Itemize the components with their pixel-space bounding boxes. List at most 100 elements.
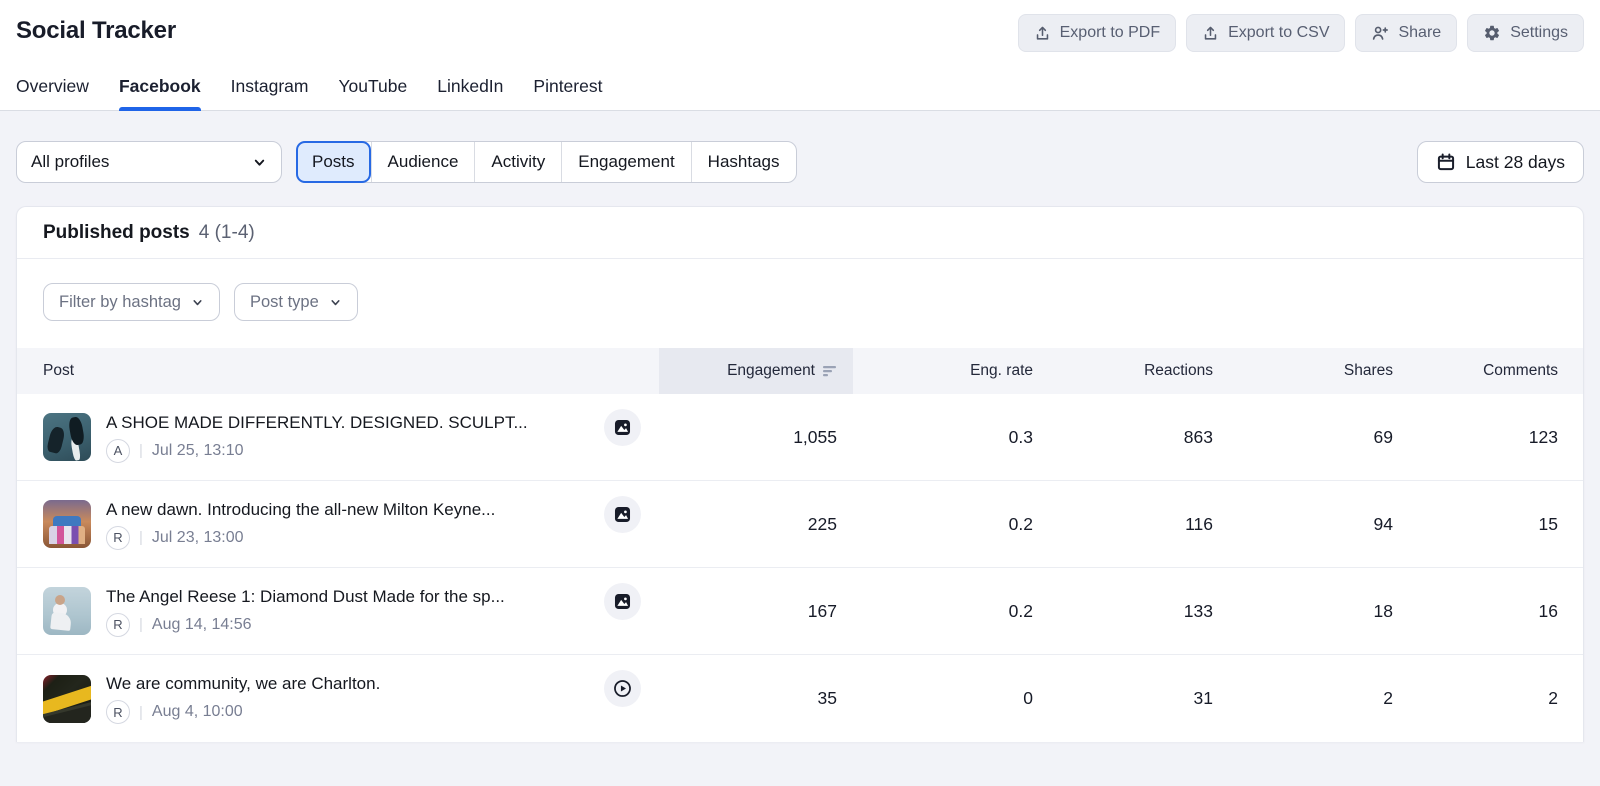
comments-value: 2: [1393, 688, 1583, 709]
share-label: Share: [1398, 23, 1441, 43]
column-header-comments[interactable]: Comments: [1393, 348, 1583, 394]
header-actions: Export to PDF Export to CSV Share Settin…: [1018, 14, 1584, 52]
profile-select[interactable]: All profiles: [16, 141, 282, 183]
tab-overview[interactable]: Overview: [16, 67, 89, 110]
post-cell: A SHOE MADE DIFFERENTLY. DESIGNED. SCULP…: [17, 412, 659, 463]
column-header-reactions[interactable]: Reactions: [1033, 348, 1213, 394]
column-header-eng-rate[interactable]: Eng. rate: [853, 348, 1033, 394]
export-pdf-button[interactable]: Export to PDF: [1018, 14, 1176, 52]
reactions-value: 31: [1033, 688, 1213, 709]
post-date: Aug 14, 14:56: [152, 616, 252, 634]
profile-select-value: All profiles: [31, 152, 109, 172]
share-user-icon: [1371, 24, 1389, 42]
settings-label: Settings: [1510, 23, 1568, 43]
post-cell: The Angel Reese 1: Diamond Dust Made for…: [17, 586, 659, 637]
date-range-label: Last 28 days: [1466, 152, 1565, 173]
post-date: Jul 25, 13:10: [152, 442, 244, 460]
eng-rate-value: 0.2: [853, 514, 1033, 535]
settings-button[interactable]: Settings: [1467, 14, 1584, 52]
post-title-link[interactable]: A SHOE MADE DIFFERENTLY. DESIGNED. SCULP…: [106, 412, 592, 434]
table-header: Post Engagement Eng. rate Reactions Shar…: [17, 348, 1583, 394]
table-row[interactable]: A new dawn. Introducing the all-new Milt…: [17, 481, 1583, 568]
chevron-down-icon: [329, 296, 342, 309]
social-tracker-app: Social Tracker Export to PDF Export to C…: [0, 0, 1600, 786]
post-thumbnail[interactable]: [43, 587, 91, 635]
chevron-down-icon: [252, 155, 267, 170]
reactions-value: 133: [1033, 601, 1213, 622]
view-segmented-control: Posts Audience Activity Engagement Hasht…: [296, 141, 797, 183]
table-filters: Filter by hashtag Post type: [17, 259, 1583, 348]
hashtag-filter-dropdown[interactable]: Filter by hashtag: [43, 283, 220, 321]
tab-facebook[interactable]: Facebook: [119, 67, 201, 110]
tab-youtube[interactable]: YouTube: [338, 67, 407, 110]
profile-badge: A: [106, 439, 130, 463]
content-area: All profiles Posts Audience Activity Eng…: [0, 111, 1600, 786]
post-info: We are community, we are Charlton. R | A…: [106, 673, 592, 724]
date-range-button[interactable]: Last 28 days: [1417, 141, 1584, 183]
calendar-icon: [1436, 152, 1456, 172]
eng-rate-value: 0: [853, 688, 1033, 709]
shares-value: 18: [1213, 601, 1393, 622]
post-thumbnail[interactable]: [43, 413, 91, 461]
card-count: 4 (1-4): [199, 222, 255, 244]
column-header-shares[interactable]: Shares: [1213, 348, 1393, 394]
table-row[interactable]: A SHOE MADE DIFFERENTLY. DESIGNED. SCULP…: [17, 394, 1583, 481]
post-info: A SHOE MADE DIFFERENTLY. DESIGNED. SCULP…: [106, 412, 592, 463]
export-icon: [1034, 25, 1051, 42]
table-row[interactable]: We are community, we are Charlton. R | A…: [17, 655, 1583, 742]
page-title: Social Tracker: [16, 14, 176, 48]
post-title-link[interactable]: We are community, we are Charlton.: [106, 673, 592, 695]
export-pdf-label: Export to PDF: [1060, 23, 1160, 43]
profile-badge: R: [106, 613, 130, 637]
reactions-value: 116: [1033, 514, 1213, 535]
post-type-dropdown[interactable]: Post type: [234, 283, 358, 321]
shares-value: 2: [1213, 688, 1393, 709]
shares-value: 94: [1213, 514, 1393, 535]
image-post-icon: [604, 409, 641, 446]
comments-value: 15: [1393, 514, 1583, 535]
sort-descending-icon: [823, 365, 837, 377]
meta-separator: |: [139, 616, 143, 633]
gear-icon: [1483, 24, 1501, 42]
comments-value: 16: [1393, 601, 1583, 622]
segment-audience[interactable]: Audience: [371, 142, 475, 182]
column-header-post[interactable]: Post: [17, 362, 659, 380]
published-posts-card: Published posts 4 (1-4) Filter by hashta…: [16, 206, 1584, 742]
chevron-down-icon: [191, 296, 204, 309]
profile-badge: R: [106, 526, 130, 550]
post-date: Jul 23, 13:00: [152, 529, 244, 547]
reactions-value: 863: [1033, 427, 1213, 448]
video-post-icon: [604, 670, 641, 707]
card-header: Published posts 4 (1-4): [17, 207, 1583, 259]
profile-badge: R: [106, 700, 130, 724]
export-csv-label: Export to CSV: [1228, 23, 1329, 43]
engagement-value: 167: [659, 601, 853, 622]
table-row[interactable]: The Angel Reese 1: Diamond Dust Made for…: [17, 568, 1583, 655]
post-meta: A | Jul 25, 13:10: [106, 439, 592, 463]
post-title-link[interactable]: The Angel Reese 1: Diamond Dust Made for…: [106, 586, 592, 608]
post-thumbnail[interactable]: [43, 500, 91, 548]
share-button[interactable]: Share: [1355, 14, 1457, 52]
meta-separator: |: [139, 704, 143, 721]
post-date: Aug 4, 10:00: [152, 703, 243, 721]
segment-engagement[interactable]: Engagement: [561, 142, 690, 182]
meta-separator: |: [139, 529, 143, 546]
segment-hashtags[interactable]: Hashtags: [691, 142, 796, 182]
post-thumbnail[interactable]: [43, 675, 91, 723]
column-header-engagement[interactable]: Engagement: [659, 348, 853, 394]
comments-value: 123: [1393, 427, 1583, 448]
engagement-value: 1,055: [659, 427, 853, 448]
segment-activity[interactable]: Activity: [474, 142, 561, 182]
tab-pinterest[interactable]: Pinterest: [533, 67, 602, 110]
post-type-label: Post type: [250, 293, 319, 312]
export-csv-button[interactable]: Export to CSV: [1186, 14, 1345, 52]
post-cell: A new dawn. Introducing the all-new Milt…: [17, 499, 659, 550]
tab-instagram[interactable]: Instagram: [231, 67, 309, 110]
post-title-link[interactable]: A new dawn. Introducing the all-new Milt…: [106, 499, 592, 521]
segment-posts[interactable]: Posts: [296, 141, 371, 183]
meta-separator: |: [139, 442, 143, 459]
controls-row: All profiles Posts Audience Activity Eng…: [16, 141, 1584, 183]
shares-value: 69: [1213, 427, 1393, 448]
tab-linkedin[interactable]: LinkedIn: [437, 67, 503, 110]
engagement-value: 225: [659, 514, 853, 535]
